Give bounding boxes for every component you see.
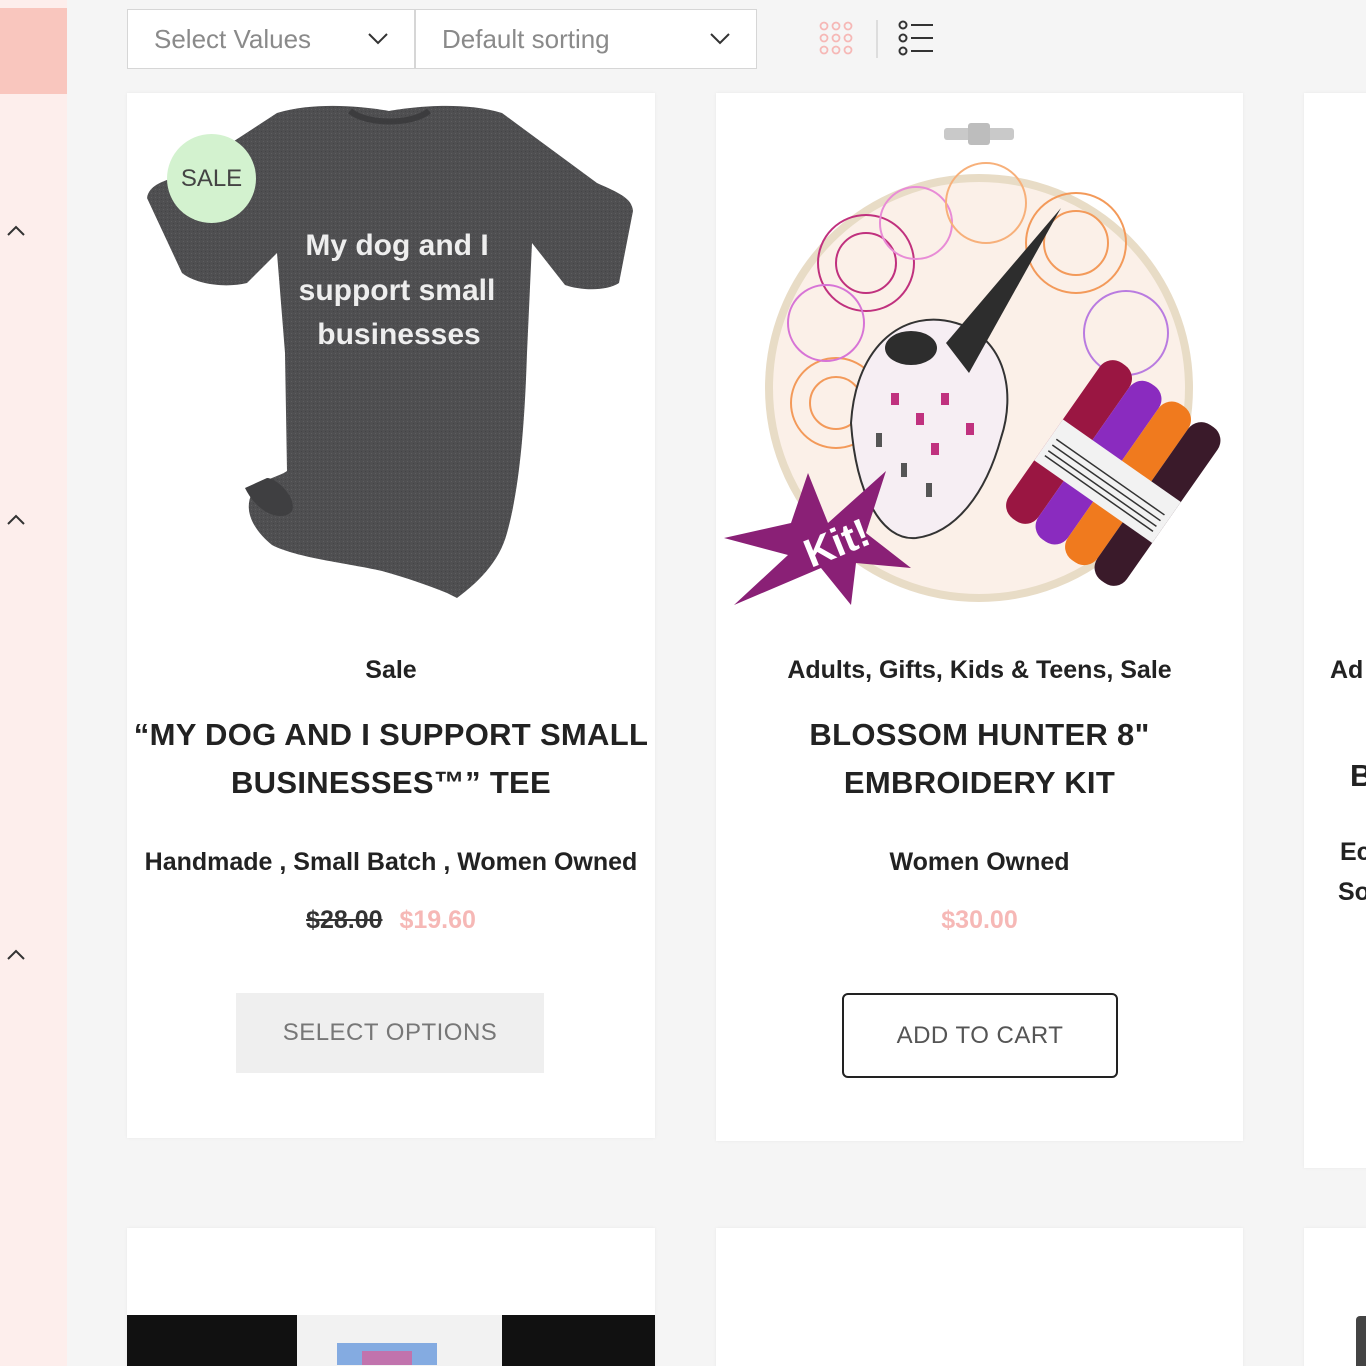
sorting-dropdown[interactable]: Default sorting (415, 9, 757, 69)
embroidery-kit-image: Kit! (724, 123, 1221, 605)
chevron-down-icon (368, 33, 388, 45)
product-tags-line-1: Ec (1340, 838, 1366, 866)
collapse-filter-3-button[interactable] (3, 942, 29, 968)
product-tags-line-2: So (1338, 878, 1366, 906)
product-card[interactable] (716, 1228, 1243, 1366)
original-price: $28.00 (306, 906, 383, 934)
product-title-line-1[interactable]: B (1350, 758, 1366, 794)
product-image[interactable]: My dog and I support small businesses SA… (127, 93, 655, 620)
add-to-cart-button[interactable]: ADD TO CART (842, 993, 1118, 1078)
product-title-line-2[interactable]: EMBROIDERY KIT (716, 759, 1243, 807)
product-title-line-1[interactable]: BLOSSOM HUNTER 8" (716, 711, 1243, 759)
sidebar-header (0, 8, 67, 94)
product-image[interactable] (1356, 1316, 1366, 1366)
chevron-up-icon (7, 514, 25, 525)
product-card[interactable]: Ad B Ec So (1304, 93, 1366, 1168)
filter-sidebar (0, 0, 67, 1366)
chevron-up-icon (7, 225, 25, 236)
sorting-label: Default sorting (442, 23, 610, 54)
chevron-up-icon (7, 949, 25, 960)
product-title-line-1[interactable]: “MY DOG AND I SUPPORT SMALL (127, 711, 655, 759)
product-tags: Women Owned (889, 848, 1070, 876)
product-price: $28.00 $19.60 (127, 906, 655, 935)
product-categories[interactable]: Sale (127, 656, 655, 685)
price: $30.00 (941, 906, 1018, 934)
select-values-label: Select Values (154, 23, 312, 54)
product-card[interactable] (1304, 1228, 1366, 1366)
product-categories[interactable]: Ad (1330, 656, 1363, 685)
product-card[interactable]: My dog and I support small businesses SA… (127, 93, 655, 1138)
list-view-icon[interactable] (897, 20, 935, 56)
product-card[interactable]: Kit! Adults, Gifts, Kids & Teens, Sale B… (716, 93, 1243, 1141)
chevron-down-icon (710, 33, 730, 45)
collapse-filter-1-button[interactable] (3, 218, 29, 244)
grid-view-icon[interactable] (818, 20, 854, 56)
tshirt-print-line-1: My dog and I (305, 229, 488, 262)
shop-page: Select Values Default sorting My dog and… (0, 0, 1366, 1366)
collapse-filter-2-button[interactable] (3, 507, 29, 533)
product-card[interactable] (127, 1228, 655, 1366)
view-toggle-divider (876, 20, 878, 58)
tshirt-print-line-3: businesses (317, 318, 480, 351)
product-price: $30.00 (716, 906, 1243, 935)
tshirt-print-line-2: support small (299, 274, 496, 307)
product-tags: Handmade , Small Batch , Women Owned (144, 848, 638, 876)
product-title-line-2[interactable]: BUSINESSES™” TEE (127, 759, 655, 807)
product-image[interactable] (127, 1315, 655, 1366)
product-categories[interactable]: Adults, Gifts, Kids & Teens, Sale (716, 656, 1243, 685)
select-options-button[interactable]: SELECT OPTIONS (236, 993, 544, 1073)
sale-price: $19.60 (399, 906, 476, 934)
sale-badge: SALE (167, 134, 256, 223)
product-image[interactable]: Kit! (716, 93, 1243, 620)
select-values-dropdown[interactable]: Select Values (127, 9, 415, 69)
